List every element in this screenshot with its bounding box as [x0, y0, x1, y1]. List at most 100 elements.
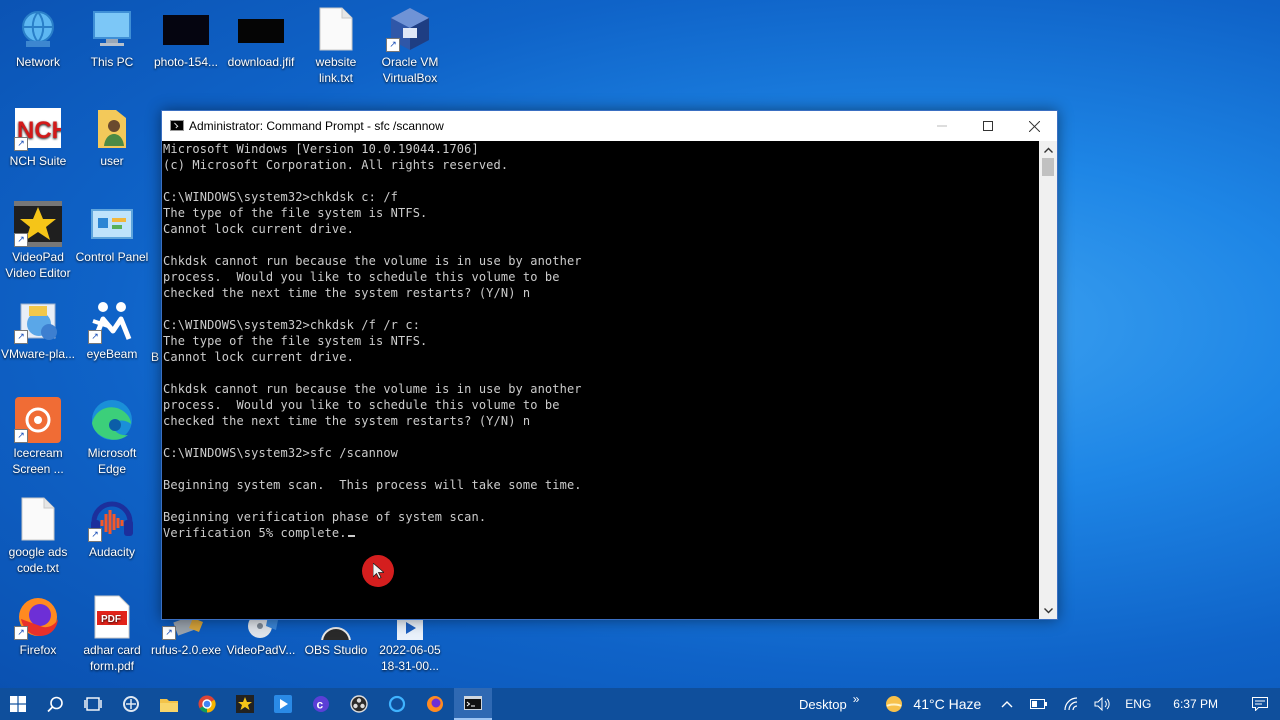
taskbar-obs[interactable] — [340, 688, 378, 720]
scroll-thumb[interactable] — [1042, 158, 1054, 176]
console-output[interactable]: Microsoft Windows [Version 10.0.19044.17… — [162, 141, 1039, 619]
desktop-icon-user[interactable]: user — [74, 105, 150, 169]
notification-center-button[interactable] — [1240, 688, 1280, 720]
taskbar-videopad[interactable] — [226, 688, 264, 720]
pinned-app-icon — [123, 696, 139, 712]
desktop-icon-download-jfif[interactable]: download.jfif — [223, 6, 299, 70]
desktop-icon-network[interactable]: Network — [0, 6, 76, 70]
desktop-icon-photo[interactable]: photo-154... — [148, 6, 224, 70]
close-button[interactable] — [1011, 111, 1057, 141]
desktop-icon-google-ads[interactable]: google ads code.txt — [0, 496, 76, 576]
cortana-ring-icon — [388, 695, 406, 713]
desktop-icon-icecream[interactable]: ↗ Icecream Screen ... — [0, 397, 76, 477]
weather-text[interactable]: 41°C Haze — [907, 696, 991, 712]
cmd-app-icon — [170, 120, 184, 131]
weather-sun-icon[interactable] — [881, 688, 907, 720]
chrome-icon — [198, 695, 216, 713]
console-line: Microsoft Windows [Version 10.0.19044.17… — [163, 142, 479, 156]
search-icon — [46, 696, 63, 712]
svg-text:c: c — [317, 698, 324, 712]
toolbar-overflow-chevron[interactable]: » — [853, 692, 882, 716]
maximize-button[interactable] — [965, 111, 1011, 141]
clock[interactable]: 6:37 PM — [1165, 697, 1240, 711]
desktop-icon-video-recording[interactable]: 2022-06-05 18-31-00... — [372, 612, 448, 674]
console-line: Beginning system scan. This process will… — [163, 478, 582, 492]
minimize-icon — [937, 125, 947, 127]
nch-suite-icon: NCH ↗ — [14, 105, 62, 151]
chevron-down-icon — [1043, 607, 1053, 613]
minimize-button[interactable] — [919, 111, 965, 141]
shortcut-arrow-icon: ↗ — [14, 137, 28, 151]
desktop-icon-edge[interactable]: Microsoft Edge — [74, 397, 150, 477]
taskbar-app-blue[interactable] — [264, 688, 302, 720]
icecream-recorder-icon: ↗ — [14, 397, 62, 443]
desktop-icon-vmware[interactable]: ↗ VMware-pla... — [0, 298, 76, 362]
console-line: checked the next time the system restart… — [163, 414, 531, 428]
console-line: The type of the file system is NTFS. — [163, 206, 428, 220]
desktop-icon-virtualbox[interactable]: ↗ Oracle VM VirtualBox — [372, 6, 448, 86]
circle-app-icon: c — [313, 696, 329, 712]
computer-icon — [88, 6, 136, 52]
virtualbox-icon: ↗ — [386, 6, 434, 52]
user-folder-icon — [88, 105, 136, 151]
maximize-icon — [983, 121, 993, 131]
battery-icon[interactable] — [1023, 688, 1055, 720]
console-line: Chkdsk cannot run because the volume is … — [163, 382, 582, 396]
taskbar-app-c[interactable]: c — [302, 688, 340, 720]
shortcut-arrow-icon: ↗ — [14, 429, 28, 443]
mouse-pointer-icon — [373, 563, 384, 579]
taskbar-app-settings[interactable] — [112, 688, 150, 720]
scroll-up-button[interactable] — [1039, 141, 1057, 158]
wifi-icon[interactable] — [1055, 688, 1087, 720]
scroll-down-button[interactable] — [1039, 602, 1057, 619]
desktop-icon-website-link[interactable]: website link.txt — [298, 6, 374, 86]
taskbar-file-explorer[interactable] — [150, 688, 188, 720]
taskbar-command-prompt[interactable] — [454, 688, 492, 720]
console-line: The type of the file system is NTFS. — [163, 334, 428, 348]
chevron-up-icon[interactable] — [991, 688, 1023, 720]
notification-icon — [1252, 697, 1268, 711]
vertical-scrollbar[interactable] — [1039, 141, 1057, 619]
window-title: Administrator: Command Prompt - sfc /sca… — [189, 119, 444, 133]
eyebeam-icon: ↗ — [88, 298, 136, 344]
taskbar: c Desktop » 41°C Haze ENG 6:37 PM — [0, 688, 1280, 720]
taskbar-cortana[interactable] — [378, 688, 416, 720]
text-cursor — [347, 535, 355, 537]
desktop-icon-videopad[interactable]: ↗ VideoPad Video Editor — [0, 201, 76, 281]
taskbar-chrome[interactable] — [188, 688, 226, 720]
desktop-icon-control-panel[interactable]: Control Panel — [74, 201, 150, 265]
partial-icon-label: B — [151, 350, 160, 364]
click-highlight — [362, 555, 394, 587]
command-prompt-window[interactable]: Administrator: Command Prompt - sfc /sca… — [161, 110, 1058, 620]
desktop-icon-this-pc[interactable]: This PC — [74, 6, 150, 70]
desktop-icon-adhar-pdf[interactable]: PDF adhar card form.pdf — [74, 594, 150, 674]
speaker-icon[interactable] — [1087, 688, 1119, 720]
taskbar-firefox[interactable] — [416, 688, 454, 720]
text-file-icon — [14, 496, 62, 542]
image-thumbnail-icon — [162, 6, 210, 52]
desktop-icon-eyebeam[interactable]: ↗ eyeBeam — [74, 298, 150, 362]
shortcut-arrow-icon: ↗ — [88, 528, 102, 542]
start-button[interactable] — [0, 688, 36, 720]
title-bar[interactable]: Administrator: Command Prompt - sfc /sca… — [162, 111, 1057, 141]
console-line: Cannot lock current drive. — [163, 222, 354, 236]
shortcut-arrow-icon: ↗ — [14, 330, 28, 344]
pdf-file-icon: PDF — [88, 594, 136, 640]
console-line: C:\WINDOWS\system32>chkdsk /f /r c: — [163, 318, 421, 332]
search-button[interactable] — [36, 688, 74, 720]
desktop-icon-audacity[interactable]: ↗ Audacity — [74, 496, 150, 560]
windows-logo-icon — [10, 696, 26, 712]
firefox-icon: ↗ — [14, 594, 62, 640]
language-indicator[interactable]: ENG — [1119, 697, 1165, 711]
desktop-icon-nch-suite[interactable]: NCH ↗ NCH Suite — [0, 105, 76, 169]
desktop-toolbar-label[interactable]: Desktop — [793, 697, 853, 712]
console-line: process. Would you like to schedule this… — [163, 398, 560, 412]
task-view-button[interactable] — [74, 688, 112, 720]
console-line: C:\WINDOWS\system32>chkdsk c: /f — [163, 190, 399, 204]
image-thumbnail-icon — [237, 6, 285, 52]
desktop-icon-firefox[interactable]: ↗ Firefox — [0, 594, 76, 658]
